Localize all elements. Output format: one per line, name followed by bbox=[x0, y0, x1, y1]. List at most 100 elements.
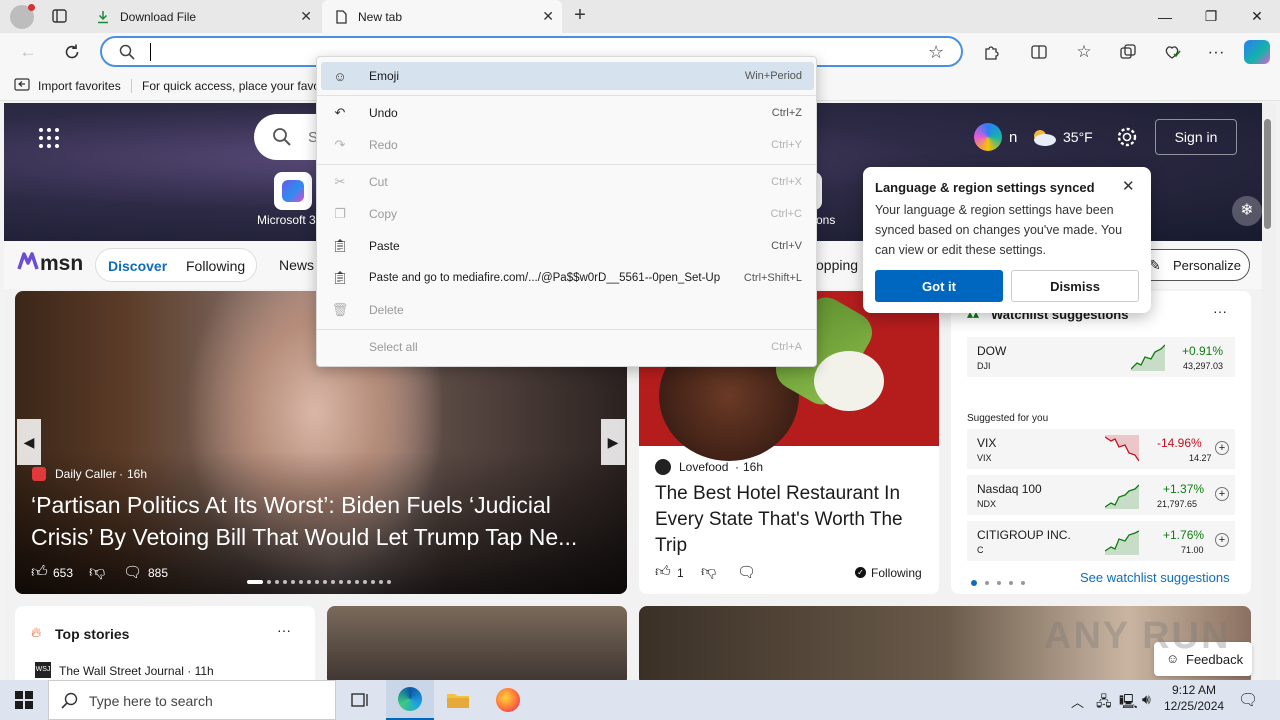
tab-following[interactable]: Following bbox=[186, 258, 245, 274]
more-options-icon[interactable]: ··· bbox=[1200, 36, 1232, 68]
copilot-icon[interactable] bbox=[974, 123, 1002, 151]
comment-icon[interactable]: 🗨︎ bbox=[737, 563, 756, 581]
menu-item-undo[interactable]: ↶ Undo Ctrl+Z bbox=[321, 99, 814, 127]
menu-item-select-all[interactable]: Select all Ctrl+A bbox=[321, 333, 814, 361]
personalize-button[interactable]: ✎ Personalize bbox=[1136, 249, 1250, 281]
edge-taskbar-icon[interactable] bbox=[386, 680, 434, 720]
scrollbar-thumb[interactable] bbox=[1264, 119, 1271, 229]
refresh-button[interactable] bbox=[56, 36, 88, 68]
food-headline[interactable]: The Best Hotel Restaurant In Every State… bbox=[655, 481, 925, 559]
dislike-icon[interactable]: 👎︎ bbox=[701, 563, 716, 581]
paste-go-icon: 📋︎ bbox=[331, 270, 349, 285]
menu-shortcut: Ctrl+Shift+L bbox=[743, 272, 802, 284]
notifications-icon[interactable]: 🗨︎ bbox=[1238, 690, 1258, 710]
sparkline-up bbox=[1105, 484, 1139, 509]
chevron-up-icon[interactable]: ︿ bbox=[1071, 692, 1084, 711]
tab-download-file[interactable]: Download File ✕ bbox=[84, 0, 320, 33]
menu-shortcut: Ctrl+A bbox=[771, 341, 802, 353]
file-explorer-icon[interactable] bbox=[434, 680, 482, 720]
apps-grid-icon[interactable] bbox=[38, 127, 60, 149]
next-arrow-icon[interactable]: ▶ bbox=[601, 419, 625, 465]
see-watchlist-link[interactable]: See watchlist suggestions bbox=[1080, 570, 1230, 585]
carousel-indicator[interactable] bbox=[247, 573, 395, 584]
close-tab-icon[interactable]: ✕ bbox=[542, 8, 554, 25]
add-to-watchlist-icon[interactable]: + bbox=[1215, 487, 1229, 501]
news-image-card[interactable] bbox=[327, 606, 627, 680]
network-icon[interactable]: 🖳︎ bbox=[1119, 691, 1138, 715]
story-headline[interactable]: ‘Partisan Politics At Its Worst’: Biden … bbox=[31, 489, 617, 553]
start-button[interactable] bbox=[0, 680, 48, 720]
task-view-icon[interactable] bbox=[336, 680, 384, 720]
watchlist-row[interactable]: VIX VIX -14.96% 14.27 + bbox=[967, 429, 1235, 469]
favorite-star-icon[interactable]: ☆ bbox=[928, 42, 944, 63]
weather-temperature[interactable]: 35°F bbox=[1063, 129, 1093, 145]
watchlist-row[interactable]: Nasdaq 100 NDX +1.37% 21,797.65 + bbox=[967, 475, 1235, 515]
sign-in-button[interactable]: Sign in bbox=[1155, 119, 1237, 155]
like-icon[interactable]: 👍︎ bbox=[31, 563, 48, 582]
menu-item-paste[interactable]: 📋︎ Paste Ctrl+V bbox=[321, 232, 814, 260]
top-story-source[interactable]: The Wall Street Journal · 11h bbox=[59, 664, 214, 678]
menu-label: Delete bbox=[369, 303, 404, 317]
profile-avatar[interactable] bbox=[10, 4, 35, 29]
more-options-icon[interactable]: ··· bbox=[277, 622, 291, 638]
collections-icon[interactable] bbox=[1112, 36, 1144, 68]
menu-separator bbox=[317, 95, 816, 96]
copilot-icon[interactable] bbox=[1244, 40, 1270, 64]
scrollbar[interactable] bbox=[1262, 103, 1276, 680]
comment-icon[interactable]: 🗨︎ bbox=[123, 563, 142, 581]
popup-body: Your language & region settings have bee… bbox=[875, 203, 1123, 257]
import-favorites-link[interactable]: Import favorites bbox=[38, 79, 121, 93]
add-to-watchlist-icon[interactable]: + bbox=[1215, 533, 1229, 547]
taskbar-search-box[interactable]: Type here to search bbox=[48, 680, 336, 720]
pagination-dots[interactable] bbox=[971, 575, 1027, 589]
menu-item-cut[interactable]: ✂ Cut Ctrl+X bbox=[321, 168, 814, 196]
close-icon[interactable]: ✕ bbox=[1122, 177, 1135, 195]
clock[interactable]: 9:12 AM 12/25/2024 bbox=[1164, 683, 1224, 717]
background-effect-icon[interactable]: ❄ bbox=[1232, 196, 1262, 226]
got-it-button[interactable]: Got it bbox=[875, 270, 1003, 302]
menu-label: Cut bbox=[369, 175, 388, 189]
tab-actions-icon[interactable] bbox=[50, 7, 70, 25]
tab-strip: Download File ✕ New tab ✕ + — ❐ ✕ bbox=[0, 0, 1280, 33]
volume-icon[interactable]: 🔊︎ bbox=[1142, 691, 1151, 708]
usb-icon[interactable]: 🖧︎ bbox=[1096, 691, 1112, 715]
menu-item-delete[interactable]: 🗑︎ Delete bbox=[321, 296, 814, 324]
more-options-icon[interactable]: ··· bbox=[1213, 303, 1227, 319]
firefox-icon[interactable] bbox=[484, 680, 532, 720]
watchlist-row[interactable]: CITIGROUP INC. C +1.76% 71.00 + bbox=[967, 521, 1235, 561]
microsoft365-shortcut-icon[interactable] bbox=[274, 172, 312, 210]
extensions-icon[interactable] bbox=[975, 36, 1007, 68]
maximize-button[interactable]: ❐ bbox=[1188, 0, 1234, 33]
dislike-icon[interactable]: 👎︎ bbox=[89, 563, 105, 582]
favorites-icon[interactable]: ☆ bbox=[1068, 36, 1100, 68]
menu-item-redo[interactable]: ↷ Redo Ctrl+Y bbox=[321, 131, 814, 159]
minimize-button[interactable]: — bbox=[1142, 0, 1188, 33]
following-label[interactable]: Following bbox=[871, 566, 922, 580]
tab-shopping[interactable]: opping bbox=[816, 257, 858, 273]
tab-news[interactable]: News bbox=[279, 257, 314, 273]
tab-new-tab[interactable]: New tab ✕ bbox=[322, 0, 562, 33]
stock-change: -14.96% bbox=[1157, 436, 1202, 450]
like-icon[interactable]: 👍︎ bbox=[655, 563, 671, 581]
shortcut-label[interactable]: Microsoft 3 bbox=[257, 213, 316, 227]
shortcut-label-right[interactable]: ons bbox=[816, 213, 835, 227]
dismiss-button[interactable]: Dismiss bbox=[1011, 270, 1139, 302]
new-tab-button[interactable]: + bbox=[568, 4, 592, 28]
menu-shortcut: Ctrl+Y bbox=[771, 139, 802, 151]
settings-gear-icon[interactable] bbox=[1116, 126, 1138, 151]
tab-discover[interactable]: Discover bbox=[108, 258, 167, 274]
menu-item-paste-and-go[interactable]: 📋︎ Paste and go to mediafire.com/.../@Pa… bbox=[321, 264, 814, 292]
browser-essentials-icon[interactable] bbox=[1156, 36, 1188, 68]
stock-name: Nasdaq 100 bbox=[977, 482, 1042, 496]
popup-title: Language & region settings synced bbox=[875, 180, 1095, 195]
add-to-watchlist-icon[interactable]: + bbox=[1215, 441, 1229, 455]
split-screen-icon[interactable] bbox=[1023, 36, 1055, 68]
back-button[interactable]: ← bbox=[12, 36, 44, 68]
language-sync-popup: Language & region settings synced ✕ Your… bbox=[863, 167, 1151, 313]
watchlist-row[interactable]: DOW DJI +0.91% 43,297.03 bbox=[967, 337, 1235, 377]
close-window-button[interactable]: ✕ bbox=[1234, 0, 1280, 33]
menu-item-emoji[interactable]: ☺ Emoji Win+Period bbox=[321, 62, 814, 90]
previous-arrow-icon[interactable]: ◀ bbox=[17, 419, 41, 465]
menu-item-copy[interactable]: ❐ Copy Ctrl+C bbox=[321, 200, 814, 228]
close-tab-icon[interactable]: ✕ bbox=[300, 8, 312, 25]
